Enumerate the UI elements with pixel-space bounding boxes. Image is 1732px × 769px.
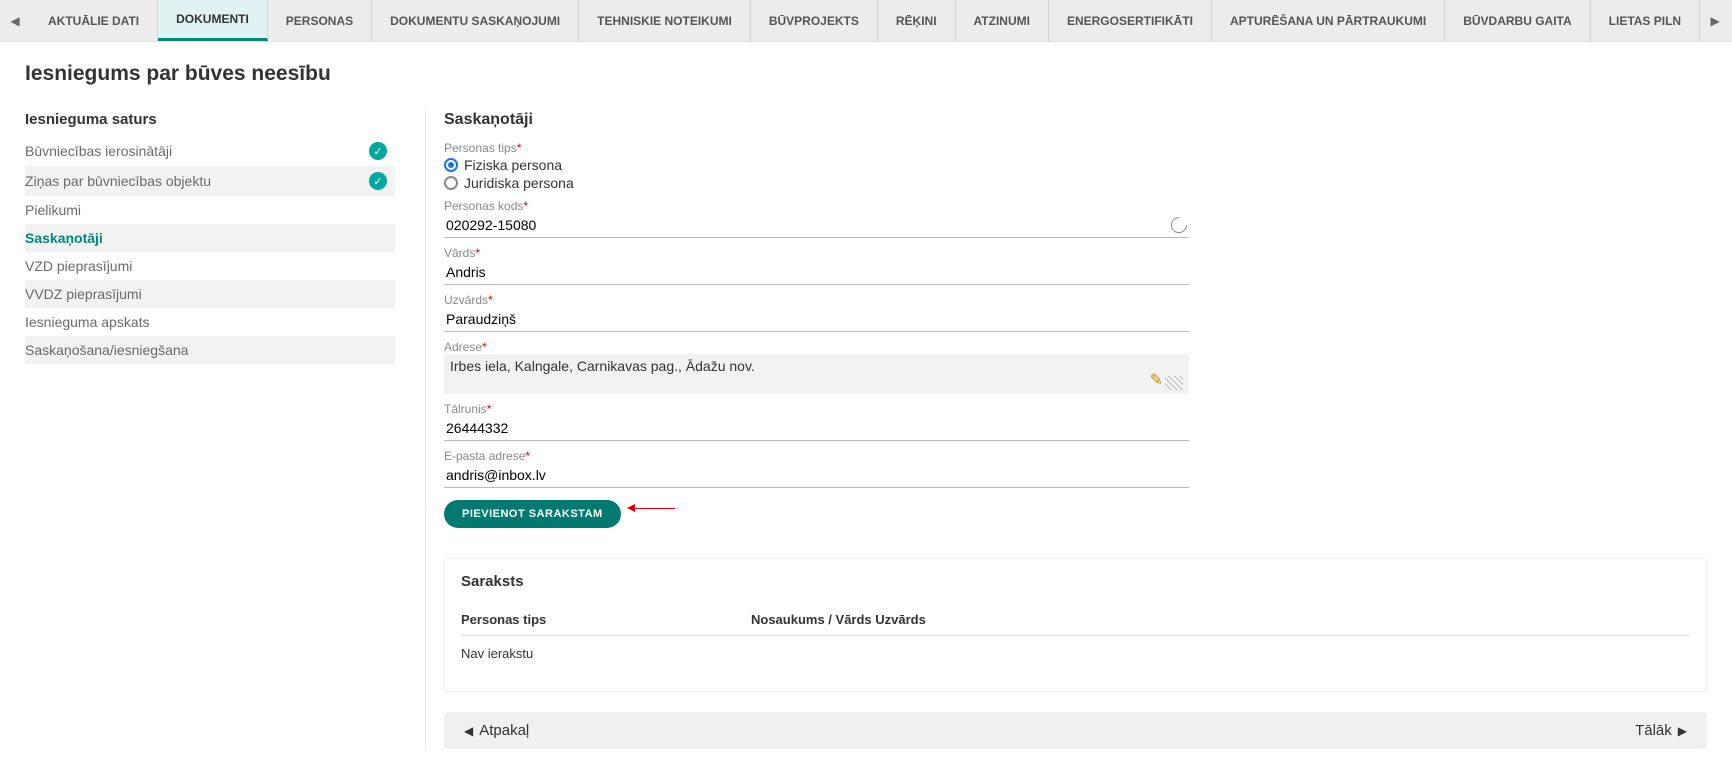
radio-icon — [444, 176, 458, 190]
tab-atzinumi[interactable]: ATZINUMI — [956, 0, 1049, 41]
top-tabbar: ◀ AKTUĀLIE DATI DOKUMENTI PERSONAS DOKUM… — [0, 0, 1732, 42]
label-personas-kods: Personas kods* — [444, 199, 1707, 213]
sidebar-item-saskanotaji[interactable]: Saskaņotāji — [25, 224, 395, 252]
tab-energosertifikati[interactable]: ENERGOSERTIFIKĀTI — [1049, 0, 1212, 41]
field-personas-kods — [444, 213, 1189, 238]
radio-icon — [444, 158, 458, 172]
radio-label: Fiziska persona — [464, 157, 562, 173]
next-label: Tālāk — [1635, 722, 1672, 739]
label-epasts: E-pasta adrese* — [444, 449, 1707, 463]
sidebar-item-label: VZD pieprasījumi — [25, 258, 132, 274]
tab-aktualie-dati[interactable]: AKTUĀLIE DATI — [30, 0, 158, 41]
sidebar-item-label: Ziņas par būvniecības objektu — [25, 173, 211, 189]
list-header: Personas tips Nosaukums / Vārds Uzvārds — [461, 604, 1690, 636]
list-col-nosaukums: Nosaukums / Vārds Uzvārds — [751, 612, 926, 627]
main-content: Saskaņotāji Personas tips* Fiziska perso… — [425, 111, 1707, 749]
sidebar: Iesnieguma saturs Būvniecības ierosinātā… — [25, 111, 395, 749]
sidebar-item-label: Saskaņošana/iesniegšana — [25, 342, 188, 358]
sidebar-item-label: VVDZ pieprasījumi — [25, 286, 142, 302]
tab-rekini[interactable]: RĒĶINI — [878, 0, 956, 41]
pager: ◀ Atpakaļ Tālāk ▶ — [444, 712, 1707, 749]
list-box: Saraksts Personas tips Nosaukums / Vārds… — [444, 558, 1707, 692]
field-adrese: Irbes iela, Kalngale, Carnikavas pag., Ā… — [444, 354, 1189, 394]
sidebar-item-pielikumi[interactable]: Pielikumi — [25, 196, 395, 224]
tabs-scroll-right[interactable]: ▶ — [1700, 0, 1730, 41]
tab-buvprojekts[interactable]: BŪVPROJEKTS — [751, 0, 878, 41]
back-label: Atpakaļ — [479, 722, 529, 739]
sidebar-item-iesniegsana[interactable]: Saskaņošana/iesniegšana — [25, 336, 395, 364]
pencil-icon[interactable]: ✎ — [1150, 370, 1163, 390]
check-icon: ✓ — [369, 142, 387, 160]
tab-lietas-piln[interactable]: LIETAS PILN — [1591, 0, 1700, 41]
adrese-value: Irbes iela, Kalngale, Carnikavas pag., Ā… — [450, 358, 755, 374]
tab-aptureshana[interactable]: APTURĒŠANA UN PĀRTRAUKUMI — [1212, 0, 1445, 41]
tab-dokumenti[interactable]: DOKUMENTI — [158, 0, 268, 41]
sidebar-item-label: Saskaņotāji — [25, 230, 103, 246]
sidebar-title: Iesnieguma saturs — [25, 111, 395, 128]
check-icon: ✓ — [369, 172, 387, 190]
radio-label: Juridiska persona — [464, 175, 574, 191]
input-uzvards[interactable] — [446, 311, 1187, 327]
list-title: Saraksts — [461, 573, 1690, 590]
tab-buvdarbu-gaita[interactable]: BŪVDARBU GAITA — [1445, 0, 1590, 41]
tab-tehniskie-noteikumi[interactable]: TEHNISKIE NOTEIKUMI — [579, 0, 751, 41]
back-button[interactable]: ◀ Atpakaļ — [464, 722, 529, 739]
sidebar-item-vvdz[interactable]: VVDZ pieprasījumi — [25, 280, 395, 308]
input-personas-kods[interactable] — [446, 217, 1171, 233]
tab-personas[interactable]: PERSONAS — [268, 0, 372, 41]
label-personas-tips: Personas tips* — [444, 141, 1707, 155]
input-talrunis[interactable] — [446, 420, 1187, 436]
input-vards[interactable] — [446, 264, 1187, 280]
radio-fiziska-persona[interactable]: Fiziska persona — [444, 157, 1707, 173]
radio-juridiska-persona[interactable]: Juridiska persona — [444, 175, 1707, 191]
add-to-list-button[interactable]: PIEVIENOT SARAKSTAM — [444, 500, 621, 528]
input-epasts[interactable] — [446, 467, 1187, 483]
sidebar-item-label: Būvniecības ierosinātāji — [25, 143, 172, 159]
refresh-icon[interactable] — [1168, 214, 1190, 236]
page-title: Iesniegums par būves neesību — [25, 62, 1707, 86]
list-col-personas-tips: Personas tips — [461, 612, 751, 627]
next-button[interactable]: Tālāk ▶ — [1635, 722, 1687, 739]
sidebar-item-zinas-objektu[interactable]: Ziņas par būvniecības objektu ✓ — [25, 166, 395, 196]
sidebar-item-label: Iesnieguma apskats — [25, 314, 150, 330]
tabs-scroll-left[interactable]: ◀ — [0, 0, 30, 41]
list-empty-text: Nav ierakstu — [461, 636, 1690, 671]
label-uzvards: Uzvārds* — [444, 293, 1707, 307]
sidebar-item-vzd[interactable]: VZD pieprasījumi — [25, 252, 395, 280]
label-vards: Vārds* — [444, 246, 1707, 260]
sidebar-item-label: Pielikumi — [25, 202, 81, 218]
label-talrunis: Tālrunis* — [444, 402, 1707, 416]
sidebar-item-ierosinataji[interactable]: Būvniecības ierosinātāji ✓ — [25, 136, 395, 166]
label-adrese: Adrese* — [444, 340, 1707, 354]
tab-dokumentu-saskanojumi[interactable]: DOKUMENTU SASKAŅOJUMI — [372, 0, 579, 41]
section-title: Saskaņotāji — [444, 111, 1707, 129]
resize-handle-icon[interactable] — [1165, 376, 1183, 390]
sidebar-item-apskats[interactable]: Iesnieguma apskats — [25, 308, 395, 336]
annotation-arrow-icon — [627, 504, 675, 512]
